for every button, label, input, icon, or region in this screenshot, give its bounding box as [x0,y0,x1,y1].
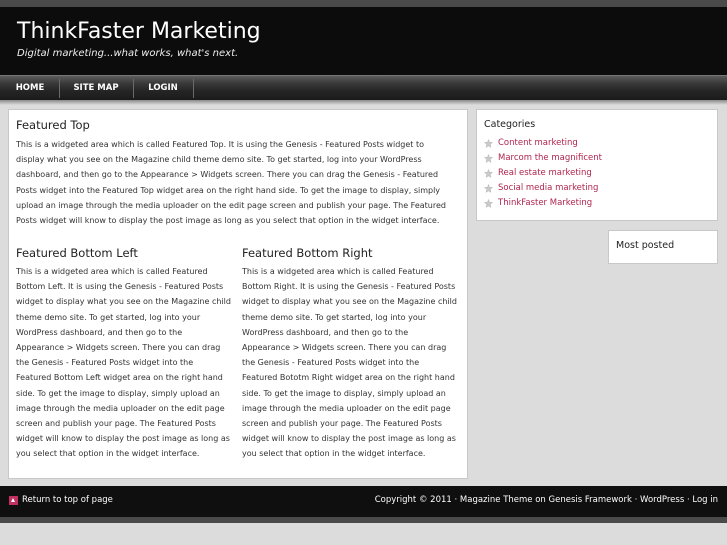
text-line: side. To get the image to display, simpl… [16,388,220,398]
category-label: Real estate marketing [498,168,592,178]
main-content: Featured Top This is a widgeted area whi… [8,109,468,479]
most-posted-widget: Most posted [608,230,718,264]
text-line: image through the media uploader on the … [242,403,451,413]
text-line: theme demo site. To get started, log int… [16,312,201,322]
featured-top-title: Featured Top [16,118,90,132]
text-line: you select that option in the widget int… [16,449,200,459]
nav-separator [133,79,134,98]
text-line: Featured Bototm Right widget area on the… [242,373,455,383]
text-line: screen and publish your page. The Featur… [242,419,442,429]
site-description: Digital marketing...what works, what's n… [17,48,239,59]
nav-separator [193,79,194,98]
text-line: the Genesis - Featured Posts widget into… [242,358,420,368]
site-title[interactable]: ThinkFaster Marketing [17,19,261,44]
featured-top-text: This is a widgeted area which is called … [16,137,466,228]
nav-separator [59,79,60,98]
nav-shadow [0,100,727,105]
footer-credits: Copyright © 2011 · Magazine Theme on Gen… [375,495,718,505]
nav-item-login[interactable]: LOGIN [137,76,189,100]
star-icon [484,168,493,178]
nav-item-site-map[interactable]: SITE MAP [62,76,130,100]
text-line: This is a widgeted area which is called … [16,140,424,149]
nav-item-home[interactable]: HOME [6,76,54,100]
text-line: Bottom Left. It is using the Genesis - F… [16,282,224,292]
text-line: This is a widgeted area which is called … [242,267,434,276]
text-line: Featured Bottom Left widget area on the … [16,373,223,383]
category-link-thinkfaster[interactable]: ThinkFaster Marketing [484,197,592,209]
category-link-marcom[interactable]: Marcom the magnificent [484,152,602,164]
login-link[interactable]: Log in [692,495,718,505]
text-line: widget to display what you see on the Ma… [242,297,457,307]
category-label: Content marketing [498,138,578,148]
category-link-real-estate[interactable]: Real estate marketing [484,167,592,179]
text-line: Bottom Right. It is using the Genesis - … [242,282,456,292]
text-line: upload an image through the media upload… [16,200,446,210]
featured-bottom-left-title: Featured Bottom Left [16,246,138,260]
text-line: image through the media uploader on the … [16,403,225,413]
category-link-content-marketing[interactable]: Content marketing [484,137,578,149]
back-to-top-link[interactable]: Return to top of page [9,495,113,505]
text-line: Posts widget into the Featured Top widge… [16,185,441,195]
star-icon [484,183,493,193]
arrow-up-icon [9,495,18,505]
text-line: you select that option in the widget int… [242,449,426,459]
primary-nav: HOME SITE MAP LOGIN [0,75,727,100]
text-line: dashboard, and then go to the Appearance… [16,170,439,180]
copyright-text: Copyright © 2011 · Magazine Theme on Gen… [374,495,641,505]
featured-bottom-right-title: Featured Bottom Right [242,246,373,260]
footer-bottom-strip [0,517,727,523]
text-line: WordPress dashboard, and then go to the [242,327,409,337]
category-label: Social media marketing [498,183,599,193]
most-posted-title: Most posted [616,240,675,251]
category-label: ThinkFaster Marketing [498,198,593,208]
text-line: the Genesis - Featured Posts widget into… [16,358,194,368]
text-line: Appearance > Widgets screen. There you c… [242,343,447,353]
category-link-social-media[interactable]: Social media marketing [484,182,598,194]
page: ThinkFaster Marketing Digital marketing.… [0,0,727,545]
category-label: Marcom the magnificent [498,153,602,163]
featured-bottom-right-text: This is a widgeted area which is called … [242,264,466,462]
text-line: Appearance > Widgets screen. There you c… [16,343,221,353]
categories-widget: Categories Content marketing Marcom the … [476,109,718,221]
text-line: theme demo site. To get started, log int… [242,312,427,322]
text-line: widget to display what you see on the Ma… [16,297,231,307]
site-header: ThinkFaster Marketing Digital marketing.… [0,7,727,75]
text-line: side. To get the image to display, simpl… [242,388,446,398]
featured-bottom-left-text: This is a widgeted area which is called … [16,264,242,462]
wordpress-link[interactable]: WordPress [640,495,684,505]
text-line: Posts widget will know to display the po… [16,216,440,226]
site-footer: Return to top of page Copyright © 2011 ·… [0,486,727,517]
categories-title: Categories [484,119,536,130]
top-strip [0,0,727,7]
text-line: screen and publish your page. The Featur… [16,419,216,429]
text-line: WordPress dashboard, and then go to the [16,327,183,337]
star-icon [484,153,493,163]
star-icon [484,138,493,148]
text-line: widget will know to display the post ima… [16,434,230,444]
text-line: display what you see on the Magazine chi… [16,155,422,165]
text-line: This is a widgeted area which is called … [16,267,208,276]
star-icon [484,198,493,208]
back-to-top-label: Return to top of page [22,495,113,505]
text-line: widget will know to display the post ima… [242,434,456,444]
